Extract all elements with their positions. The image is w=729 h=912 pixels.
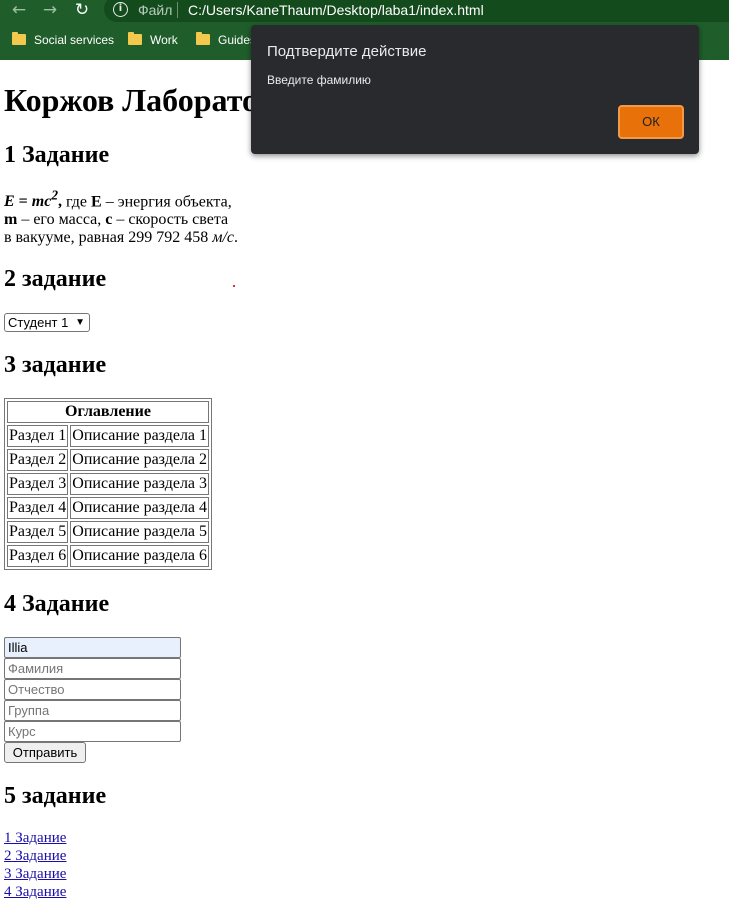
dialog-message: Введите фамилию — [267, 73, 371, 87]
page-title: Коржов Лаборато — [4, 82, 258, 118]
description-cell: Описание раздела 3 — [70, 473, 210, 495]
alert-dialog: Подтвердите действие Введите фамилию ОК — [251, 25, 699, 154]
text-speed: – скорость света — [112, 211, 229, 229]
task1-paragraph: E = mc2, где E – энергия объекта, m – ег… — [4, 187, 244, 247]
formula-power: 2 — [51, 188, 59, 203]
text-vacuum: в вакууме, равная 299 792 458 — [4, 229, 213, 247]
address-separator — [177, 2, 178, 18]
table-caption: Оглавление — [7, 401, 210, 423]
table-row: Раздел 1 Описание раздела 1 — [7, 425, 210, 447]
formula-mc: mc — [31, 193, 52, 211]
student-select-value: Студент 1 — [8, 315, 69, 330]
surname-input[interactable] — [4, 658, 181, 679]
section-cell: Раздел 4 — [7, 497, 69, 519]
formula-equals: = — [14, 193, 32, 211]
back-arrow-icon[interactable]: ← — [8, 0, 30, 20]
student-select[interactable]: Студент 1 ▼ — [4, 313, 90, 332]
vacuum-line: в вакууме, равная 299 792 458 м/с. — [4, 229, 244, 247]
task2-heading: 2 задание — [4, 266, 107, 292]
task4-heading: 4 Задание — [4, 591, 110, 617]
first-name-input[interactable] — [4, 637, 181, 658]
unit-text: м/с — [212, 229, 235, 247]
section-cell: Раздел 3 — [7, 473, 69, 495]
stray-dot — [233, 285, 235, 287]
description-cell: Описание раздела 6 — [70, 545, 210, 567]
course-input[interactable] — [4, 721, 181, 742]
table-row: Раздел 3 Описание раздела 3 — [7, 473, 210, 495]
table-row: Раздел 5 Описание раздела 5 — [7, 521, 210, 543]
bold-e: E — [91, 193, 102, 211]
formula-line: E = mc2, где E – энергия объекта, — [4, 187, 244, 211]
description-cell: Описание раздела 2 — [70, 449, 210, 471]
table-header-row: Оглавление — [7, 401, 210, 423]
bookmark-label: Work — [150, 33, 178, 47]
folder-icon — [12, 32, 26, 45]
table-row: Раздел 4 Описание раздела 4 — [7, 497, 210, 519]
section-cell: Раздел 2 — [7, 449, 69, 471]
section-cell: Раздел 6 — [7, 545, 69, 567]
bookmark-label: Social services — [34, 33, 115, 47]
reload-icon[interactable]: ↻ — [71, 0, 93, 20]
table-row: Раздел 2 Описание раздела 2 — [7, 449, 210, 471]
description-cell: Описание раздела 5 — [70, 521, 210, 543]
formula-e: E — [4, 193, 15, 211]
task1-heading: 1 Задание — [4, 142, 110, 168]
mass-line: m – его масса, c – скорость света — [4, 211, 244, 229]
patronymic-input[interactable] — [4, 679, 181, 700]
contents-table: Оглавление Раздел 1 Описание раздела 1 Ра… — [4, 398, 213, 570]
group-input[interactable] — [4, 700, 181, 721]
table-row: Раздел 6 Описание раздела 6 — [7, 545, 210, 567]
text-period: . — [234, 229, 239, 247]
bold-m: m — [4, 211, 18, 229]
address-scheme-label: Файл — [138, 2, 173, 18]
task-links: 1 Задание 2 Задание 3 Задание 4 Задание — [4, 829, 66, 901]
section-cell: Раздел 5 — [7, 521, 69, 543]
dialog-title: Подтвердите действие — [267, 43, 427, 60]
forward-arrow-icon[interactable]: → — [39, 0, 61, 20]
info-icon[interactable]: i — [113, 2, 128, 17]
folder-icon — [128, 32, 142, 45]
task5-heading: 5 задание — [4, 783, 107, 809]
address-url[interactable]: C:/Users/KaneThaum/Desktop/laba1/index.h… — [188, 1, 484, 19]
submit-button[interactable]: Отправить — [4, 742, 86, 763]
link-task-1[interactable]: 1 Задание — [4, 829, 66, 847]
text-mass: – его масса, — [17, 211, 106, 229]
task3-heading: 3 задание — [4, 352, 107, 378]
browser-toolbar: ← → ↻ i Файл C:/Users/KaneThaum/Desktop/… — [0, 0, 729, 22]
ok-button[interactable]: ОК — [618, 105, 684, 139]
chevron-down-icon: ▼ — [75, 317, 85, 328]
link-task-3[interactable]: 3 Задание — [4, 865, 66, 883]
description-cell: Описание раздела 1 — [70, 425, 210, 447]
text-where: где — [62, 193, 92, 211]
link-task-2[interactable]: 2 Задание — [4, 847, 66, 865]
text-energy: – энергия объекта, — [101, 193, 232, 211]
folder-icon — [196, 32, 210, 45]
link-task-4[interactable]: 4 Задание — [4, 883, 66, 901]
section-cell: Раздел 1 — [7, 425, 69, 447]
description-cell: Описание раздела 4 — [70, 497, 210, 519]
